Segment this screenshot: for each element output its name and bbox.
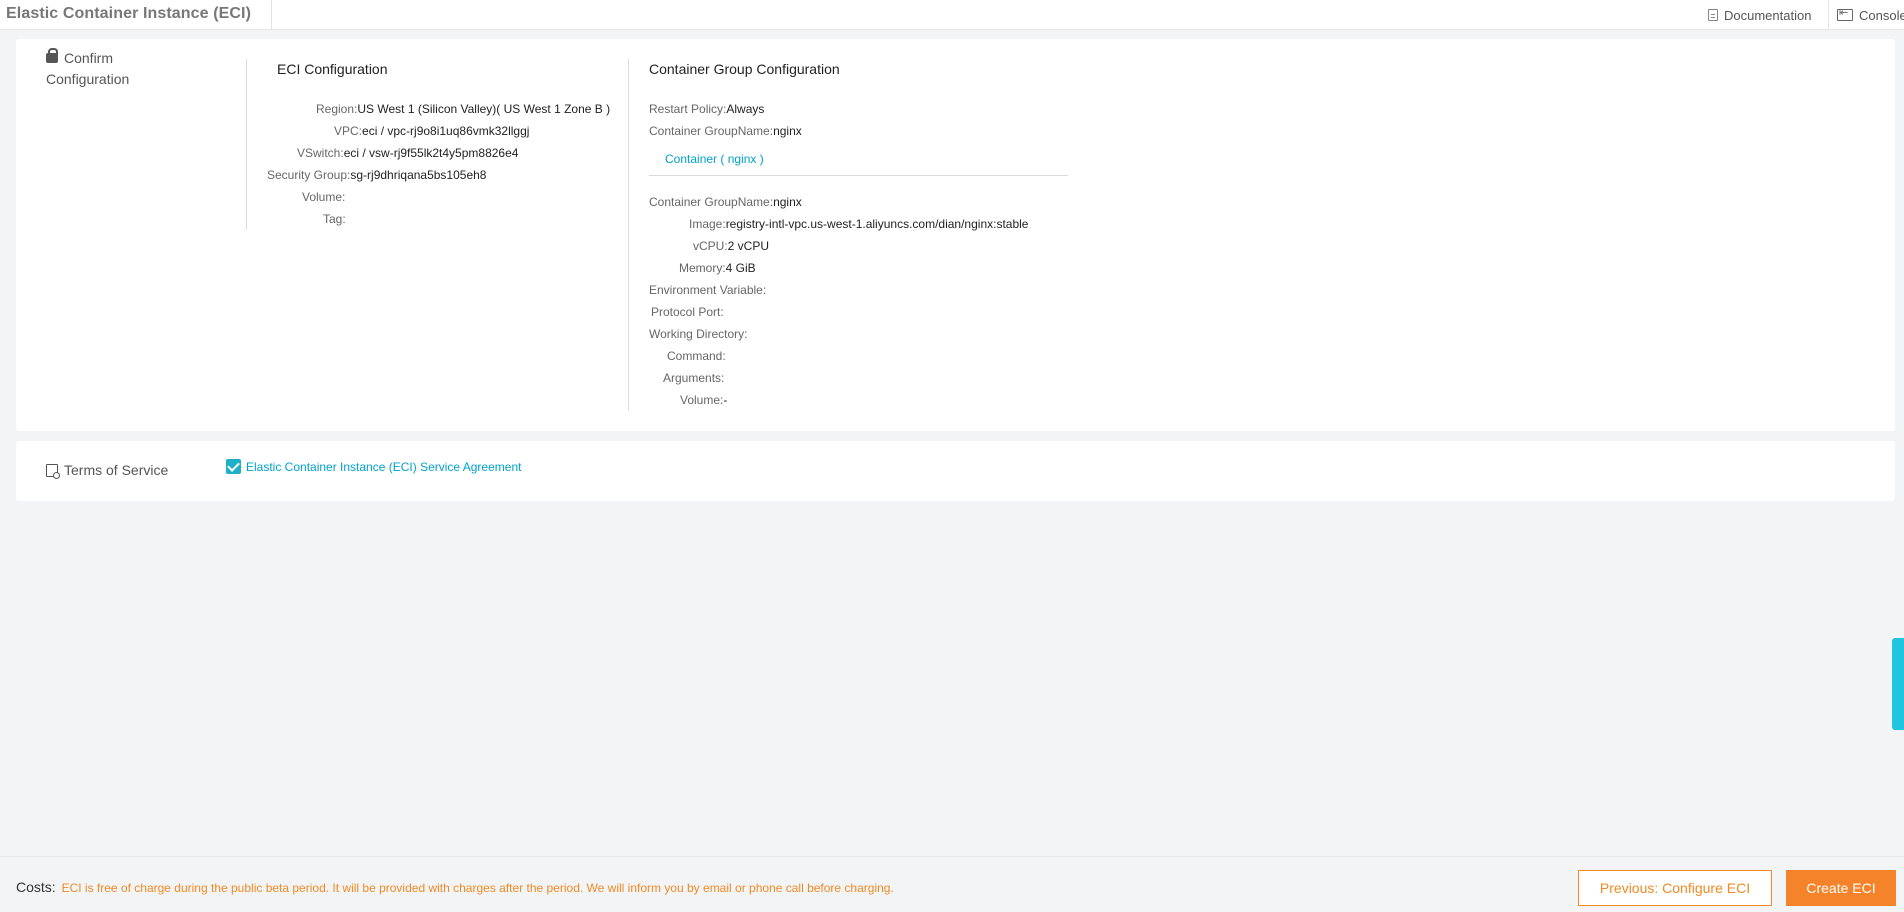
agreement-checkbox[interactable] <box>226 459 241 474</box>
lock-icon <box>46 48 58 63</box>
security-group-label: Security Group: <box>267 168 351 182</box>
container-group-name-value: nginx <box>773 195 802 209</box>
divider <box>628 59 629 411</box>
previous-configure-eci-button[interactable]: Previous: Configure ECI <box>1578 870 1772 906</box>
vpc-value: eci / vpc-rj9o8i1uq86vmk32llggj <box>362 124 530 138</box>
confirm-configuration-card: Confirm Configuration ECI Configuration … <box>16 39 1895 431</box>
environment-variable-label: Environment Variable: <box>649 283 767 297</box>
divider <box>246 59 247 230</box>
footer-bar: Costs: ECI is free of charge during the … <box>0 856 1904 912</box>
vcpu-row: vCPU:2 vCPU <box>693 239 769 253</box>
group-name-value: nginx <box>773 124 802 138</box>
region-row: Region:US West 1 (Silicon Valley)( US We… <box>316 102 610 116</box>
container-group-name-label: Container GroupName: <box>649 195 774 209</box>
tag-label: Tag: <box>323 212 346 226</box>
vpc-row: VPC:eci / vpc-rj9o8i1uq86vmk32llggj <box>334 124 529 138</box>
security-group-value: sg-rj9dhriqana5bs105eh8 <box>350 168 487 182</box>
memory-row: Memory:4 GiB <box>679 261 756 275</box>
memory-label: Memory: <box>679 261 726 275</box>
protocol-port-row: Protocol Port: <box>651 305 724 319</box>
memory-value: 4 GiB <box>725 261 756 275</box>
region-value: US West 1 (Silicon Valley)( US West 1 Zo… <box>357 102 611 116</box>
image-label: Image: <box>689 217 726 231</box>
container-group-configuration-title: Container Group Configuration <box>649 61 840 77</box>
tab-container-nginx[interactable]: Container ( nginx ) <box>665 152 764 166</box>
arguments-row: Arguments: <box>663 371 724 385</box>
group-name-label: Container GroupName: <box>649 124 774 138</box>
costs-note: ECI is free of charge during the public … <box>61 881 894 895</box>
vpc-label: VPC: <box>334 124 363 138</box>
costs-label: Costs: <box>16 879 56 895</box>
command-label: Command: <box>667 349 726 363</box>
terms-heading: Terms of Service <box>46 460 168 481</box>
working-directory-row: Working Directory: <box>649 327 747 341</box>
service-agreement-link[interactable]: Elastic Container Instance (ECI) Service… <box>246 460 521 474</box>
console-icon <box>1837 6 1853 21</box>
terms-of-service-card: Terms of Service Elastic Container Insta… <box>16 441 1895 501</box>
command-row: Command: <box>667 349 726 363</box>
tag-row: Tag: <box>323 212 346 226</box>
container-volume-value: - <box>723 393 728 407</box>
document-icon <box>1708 9 1718 21</box>
restart-policy-row: Restart Policy:Always <box>649 102 764 116</box>
heading-line-2: Configuration <box>46 71 130 87</box>
terms-heading-text: Terms of Service <box>64 462 169 478</box>
console-label: Console <box>1859 7 1904 23</box>
vswitch-label: VSwitch: <box>297 146 344 160</box>
restart-policy-label: Restart Policy: <box>649 102 727 116</box>
terms-icon <box>46 464 60 479</box>
vcpu-label: vCPU: <box>693 239 728 253</box>
protocol-port-label: Protocol Port: <box>651 305 724 319</box>
security-group-row: Security Group:sg-rj9dhriqana5bs105eh8 <box>267 168 486 182</box>
container-volume-label: Volume: <box>680 393 724 407</box>
environment-variable-row: Environment Variable: <box>649 283 766 297</box>
container-group-name-row: Container GroupName:nginx <box>649 195 802 209</box>
feedback-side-tab[interactable] <box>1892 638 1904 730</box>
create-eci-button[interactable]: Create ECI <box>1786 870 1896 906</box>
page-title: Elastic Container Instance (ECI) <box>0 0 273 30</box>
group-name-row: Container GroupName:nginx <box>649 124 802 138</box>
vswitch-row: VSwitch:eci / vsw-rj9f55lk2t4y5pm8826e4 <box>297 146 518 160</box>
volume-label: Volume: <box>302 190 346 204</box>
region-label: Region: <box>316 102 358 116</box>
tab-underline <box>649 175 1068 176</box>
confirm-configuration-heading: Confirm Configuration <box>46 48 129 90</box>
image-row: Image:registry-intl-vpc.us-west-1.aliyun… <box>689 217 1028 231</box>
documentation-label: Documentation <box>1724 7 1812 23</box>
vswitch-value: eci / vsw-rj9f55lk2t4y5pm8826e4 <box>343 146 519 160</box>
vcpu-value: 2 vCPU <box>727 239 770 253</box>
volume-row: Volume: <box>302 190 345 204</box>
restart-policy-value: Always <box>726 102 765 116</box>
console-link[interactable]: Console <box>1828 0 1904 30</box>
image-value: registry-intl-vpc.us-west-1.aliyuncs.com… <box>725 217 1029 231</box>
top-bar: Elastic Container Instance (ECI) Documen… <box>0 0 1904 30</box>
arguments-label: Arguments: <box>663 371 725 385</box>
eci-configuration-title: ECI Configuration <box>277 61 388 77</box>
heading-line-1: Confirm <box>64 50 114 66</box>
container-volume-row: Volume:- <box>680 393 727 407</box>
documentation-link[interactable]: Documentation <box>1708 0 1811 30</box>
working-directory-label: Working Directory: <box>649 327 748 341</box>
costs-info: Costs: ECI is free of charge during the … <box>16 879 894 895</box>
